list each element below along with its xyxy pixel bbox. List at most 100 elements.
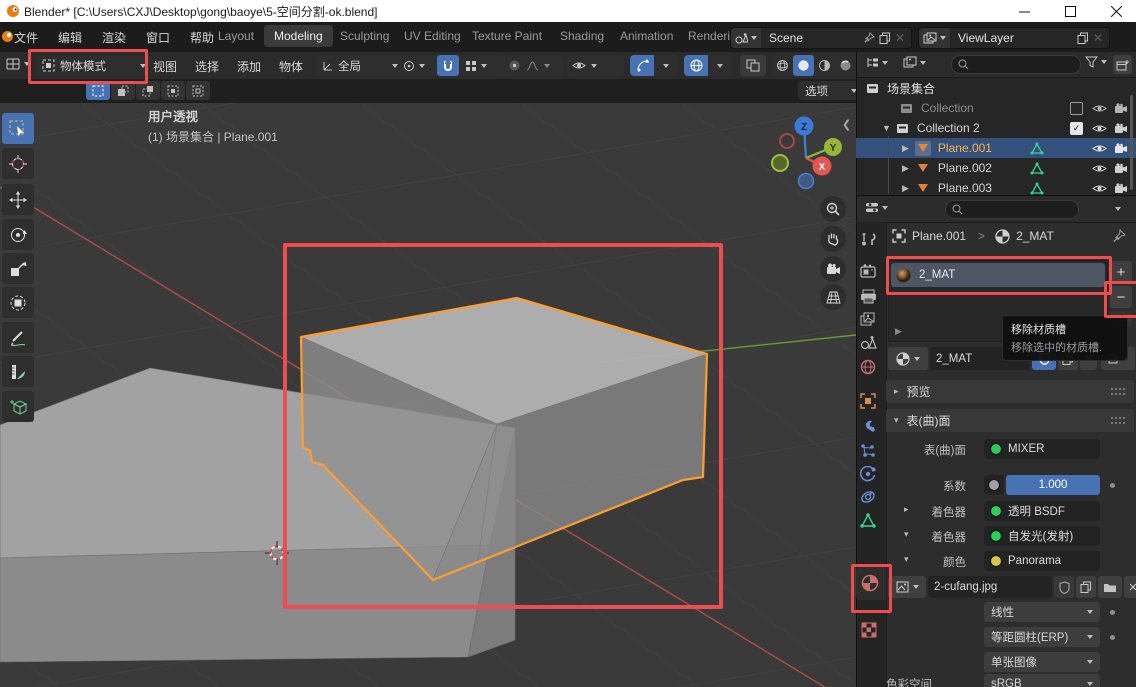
tab-physics[interactable] [860,466,876,482]
workspace-tab-animation[interactable]: Animation [620,29,673,43]
properties-search-input[interactable] [945,200,1079,219]
open-image-folder-button[interactable] [1098,576,1122,598]
perspective-toggle-button[interactable] [820,284,846,310]
new-scene-copy-icon[interactable] [879,32,891,44]
properties-options-chevron[interactable] [1115,207,1121,211]
properties-editor-type-button[interactable] [865,201,888,214]
menu-help[interactable]: 帮助 [190,29,214,46]
mode-dropdown[interactable]: 物体模式 [36,55,152,76]
colorspace-dropdown[interactable]: sRGB [984,674,1100,687]
workspace-tab-texture-paint[interactable]: Texture Paint [472,29,542,43]
options-dropdown[interactable]: 选项 [798,81,864,100]
tool-measure-button[interactable] [2,356,34,387]
breadcrumb-material[interactable]: 2_MAT [1016,229,1054,243]
browse-image-button[interactable] [888,576,926,598]
color-value-field[interactable]: Panorama [984,551,1100,571]
surface-value-field[interactable]: MIXER [984,439,1100,459]
maximize-button[interactable] [1050,0,1090,22]
camera-view-button[interactable] [820,256,846,282]
factor-slider[interactable]: 1.000 [1006,475,1100,495]
projection-dropdown[interactable]: 等距圆柱(ERP) [984,627,1100,647]
new-view-layer-copy-icon[interactable] [1077,32,1089,44]
workspace-tab-layout[interactable]: Layout [218,29,254,43]
menu-select[interactable]: 选择 [195,58,219,75]
exclude-checkbox[interactable] [1070,102,1083,115]
pan-hand-button[interactable] [820,226,846,252]
hide-eye-icon[interactable] [1092,103,1107,114]
xray-toggle-button[interactable] [740,55,766,76]
tab-particles[interactable] [860,443,876,459]
minimize-button[interactable] [1004,0,1044,22]
outliner-row-collection-2[interactable]: ▼ Collection 2 ✓ [856,118,1136,138]
tool-annotate-button[interactable] [2,322,34,353]
menu-edit[interactable]: 编辑 [58,29,82,46]
expand-arrow-icon[interactable]: ▶ [902,143,909,154]
tab-object-data[interactable] [860,513,876,528]
disable-render-camera-icon[interactable] [1114,183,1128,194]
animate-decorator-dot[interactable] [1110,483,1115,488]
select-mode-intersect-button[interactable] [186,81,210,100]
outliner-row-plane-001[interactable]: ▶ Plane.001 [856,138,1136,158]
disable-render-camera-icon[interactable] [1114,123,1128,134]
panel-preview-header[interactable]: ▸ 预览 [886,380,1134,403]
new-collection-button[interactable] [1113,55,1132,74]
menu-render[interactable]: 渲染 [102,29,126,46]
disable-render-camera-icon[interactable] [1114,143,1128,154]
workspace-tab-modeling[interactable]: Modeling [264,25,333,47]
tab-modifiers[interactable] [860,419,876,435]
snap-settings-dropdown[interactable] [460,55,506,76]
tool-add-cube-button[interactable] [2,391,34,422]
outliner-search-input[interactable] [951,55,1081,74]
tool-scale-button[interactable] [2,253,34,284]
image-name-field[interactable]: 2-cufang.jpg [928,576,1052,598]
select-mode-new-button[interactable] [86,81,110,100]
expand-arrow-icon[interactable]: ▼ [882,123,891,133]
shader2-value-field[interactable]: 自发光(发射) [984,526,1100,546]
shading-rendered-button[interactable] [835,55,856,76]
scene-browse-button[interactable] [731,28,761,48]
add-material-slot-button[interactable]: + [1110,261,1132,283]
tab-world[interactable] [860,359,876,375]
menu-file[interactable]: 文件 [14,29,38,46]
material-slot-item[interactable]: 2_MAT [891,263,1105,287]
disable-render-camera-icon[interactable] [1114,103,1128,114]
editor-type-button[interactable] [3,55,33,73]
slot-list-expander-icon[interactable]: ▶ [895,326,902,337]
pivot-point-dropdown[interactable] [398,55,442,76]
outliner-row-collection[interactable]: Collection [856,98,1136,118]
tab-object[interactable] [860,393,876,409]
interpolation-dropdown[interactable]: 线性 [984,602,1100,622]
tool-rotate-button[interactable] [2,219,34,250]
outliner-row-plane-003[interactable]: ▶ Plane.003 [856,178,1136,198]
menu-view[interactable]: 视图 [153,58,177,75]
image-fake-user-shield-button[interactable] [1054,576,1074,598]
expand-arrow-icon[interactable]: ▶ [902,183,909,194]
tab-texture[interactable] [861,622,877,638]
image-copy-button[interactable] [1076,576,1096,598]
menu-window[interactable]: 窗口 [146,29,170,46]
outliner-row-plane-002[interactable]: ▶ Plane.002 [856,158,1136,178]
view-layer-selector[interactable]: ViewLayer ✕ [918,27,1110,49]
show-overlays-button[interactable] [684,55,708,76]
tool-select-box-button[interactable] [2,113,34,144]
shading-solid-button[interactable] [793,55,814,76]
transform-orientation-dropdown[interactable]: 全局 [316,55,404,76]
disable-render-camera-icon[interactable] [1114,163,1128,174]
zoom-button[interactable] [820,196,846,222]
gizmos-dropdown[interactable] [630,55,678,76]
tab-view-layer[interactable] [860,312,877,327]
show-gizmo-button[interactable] [630,55,654,76]
overlays-dropdown[interactable] [684,55,732,76]
viewport-canvas[interactable]: 用户透视 (1) 场景集合 | Plane.001 ❮ [0,103,856,687]
animate-decorator-dot[interactable] [1110,610,1115,615]
tab-scene[interactable] [860,335,877,350]
tab-material[interactable] [861,574,879,592]
image-source-dropdown[interactable]: 单张图像 [984,652,1100,672]
show-overlays-visibility-dropdown[interactable] [566,55,624,76]
tool-cursor-button[interactable] [2,148,34,179]
select-mode-extend-button[interactable] [111,81,135,100]
proportional-editing-group[interactable] [503,55,565,76]
unlink-image-button[interactable]: ✕ [1124,576,1136,598]
breadcrumb-object[interactable]: Plane.001 [912,229,966,243]
outliner-row-scene-collection[interactable]: 场景集合 [856,78,1136,98]
